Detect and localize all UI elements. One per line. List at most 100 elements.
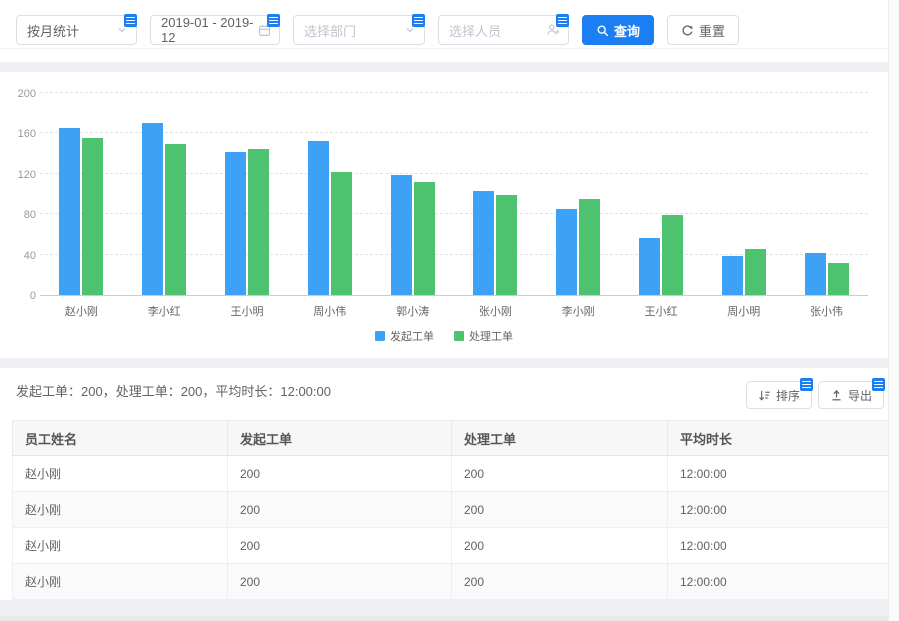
sort-icon [758, 389, 771, 402]
table-cell: 12:00:00 [668, 456, 889, 492]
bar-发起工单[interactable] [225, 152, 246, 295]
bar-group [123, 94, 206, 295]
bar-处理工单[interactable] [496, 195, 517, 295]
table-cell: 12:00:00 [668, 564, 889, 600]
bar-group [702, 94, 785, 295]
reset-button-label: 重置 [699, 21, 725, 40]
bar-发起工单[interactable] [722, 256, 743, 295]
y-tick-label: 80 [8, 209, 36, 221]
export-button[interactable]: 导出 [818, 381, 884, 409]
table-row[interactable]: 赵小刚20020012:00:00 [13, 456, 889, 492]
toolbar-divider [0, 48, 888, 49]
table-cell: 赵小刚 [13, 456, 228, 492]
bar-发起工单[interactable] [805, 253, 826, 295]
table-cell: 赵小刚 [13, 564, 228, 600]
bar-group [620, 94, 703, 295]
table-cell: 200 [452, 528, 668, 564]
person-placeholder: 选择人员 [449, 21, 501, 40]
bar-发起工单[interactable] [142, 123, 163, 295]
x-tick-label: 张小刚 [454, 303, 537, 319]
table-header-handled: 处理工单 [452, 421, 668, 456]
table-header-employee: 员工姓名 [13, 421, 228, 456]
stat-period-select[interactable]: 按月统计 [16, 15, 137, 45]
overlay-badge-icon [800, 378, 813, 391]
bar-处理工单[interactable] [662, 215, 683, 295]
bar-发起工单[interactable] [556, 209, 577, 295]
bar-处理工单[interactable] [82, 138, 103, 295]
table-row[interactable]: 赵小刚20020012:00:00 [13, 564, 889, 600]
bar-处理工单[interactable] [331, 172, 352, 295]
results-panel: 发起工单：200，处理工单：200，平均时长：12:00:00 排序 导出 员工… [0, 368, 888, 600]
y-tick-label: 40 [8, 250, 36, 262]
sort-button[interactable]: 排序 [746, 381, 812, 409]
bar-处理工单[interactable] [414, 182, 435, 295]
table-header-initiated: 发起工单 [228, 421, 452, 456]
table-cell: 12:00:00 [668, 528, 889, 564]
sort-button-label: 排序 [776, 387, 800, 404]
table-cell: 赵小刚 [13, 492, 228, 528]
results-table: 员工姓名 发起工单 处理工单 平均时长 赵小刚20020012:00:00赵小刚… [12, 420, 889, 600]
legend-item[interactable]: 发起工单 [375, 328, 434, 344]
table-cell: 200 [228, 456, 452, 492]
table-header-row: 员工姓名 发起工单 处理工单 平均时长 [13, 421, 889, 456]
bar-group [537, 94, 620, 295]
plot-area [40, 94, 868, 296]
bar-chart-panel: 04080120160200 赵小刚李小红王小明周小伟郭小涛张小刚李小刚王小红周… [0, 72, 888, 358]
bar-发起工单[interactable] [391, 175, 412, 295]
overlay-badge-icon [872, 378, 885, 391]
table-row[interactable]: 赵小刚20020012:00:00 [13, 492, 889, 528]
overlay-badge-icon [267, 14, 280, 27]
search-button-label: 查询 [614, 21, 640, 40]
bar-group [206, 94, 289, 295]
y-tick-label: 120 [8, 169, 36, 181]
gridline [40, 92, 868, 93]
table-cell: 200 [228, 492, 452, 528]
bar-发起工单[interactable] [639, 238, 660, 295]
date-range-picker[interactable]: 2019-01 - 2019-12 [150, 15, 280, 45]
overlay-badge-icon [556, 14, 569, 27]
bar-发起工单[interactable] [308, 141, 329, 295]
table-cell: 赵小刚 [13, 528, 228, 564]
bottom-edge-strip [0, 616, 888, 621]
table-row[interactable]: 赵小刚20020012:00:00 [13, 528, 889, 564]
legend-label: 处理工单 [469, 328, 513, 344]
reset-button[interactable]: 重置 [667, 15, 739, 45]
bar-处理工单[interactable] [828, 263, 849, 295]
export-button-label: 导出 [848, 387, 872, 404]
bar-group [785, 94, 868, 295]
search-button[interactable]: 查询 [582, 15, 654, 45]
bar-group [288, 94, 371, 295]
x-tick-label: 李小刚 [537, 303, 620, 319]
bar-处理工单[interactable] [745, 249, 766, 295]
bar-group [40, 94, 123, 295]
bar-处理工单[interactable] [579, 199, 600, 295]
department-select[interactable]: 选择部门 [293, 15, 425, 45]
bar-group [371, 94, 454, 295]
bar-series [40, 94, 868, 295]
table-cell: 200 [452, 564, 668, 600]
x-tick-label: 周小明 [702, 303, 785, 319]
legend-label: 发起工单 [390, 328, 434, 344]
x-tick-label: 李小红 [123, 303, 206, 319]
chart-legend: 发起工单 处理工单 [0, 328, 888, 344]
search-icon [596, 24, 609, 37]
y-tick-label: 200 [8, 88, 36, 100]
legend-item[interactable]: 处理工单 [454, 328, 513, 344]
table-cell: 12:00:00 [668, 492, 889, 528]
x-tick-label: 王小红 [620, 303, 703, 319]
bar-发起工单[interactable] [473, 191, 494, 295]
table-cell: 200 [228, 564, 452, 600]
x-tick-label: 赵小刚 [40, 303, 123, 319]
filter-toolbar: 按月统计 2019-01 - 2019-12 选择部门 选择人员 查询 重置 [0, 0, 888, 62]
person-input[interactable]: 选择人员 [438, 15, 569, 45]
date-range-value: 2019-01 - 2019-12 [161, 15, 258, 45]
bar-处理工单[interactable] [165, 144, 186, 296]
x-tick-label: 周小伟 [288, 303, 371, 319]
x-axis-labels: 赵小刚李小红王小明周小伟郭小涛张小刚李小刚王小红周小明张小伟 [40, 303, 868, 319]
x-tick-label: 王小明 [206, 303, 289, 319]
vertical-scrollbar[interactable] [888, 0, 899, 621]
bar-发起工单[interactable] [59, 128, 80, 295]
bar-group [454, 94, 537, 295]
bar-处理工单[interactable] [248, 149, 269, 295]
table-header-avg-duration: 平均时长 [668, 421, 889, 456]
